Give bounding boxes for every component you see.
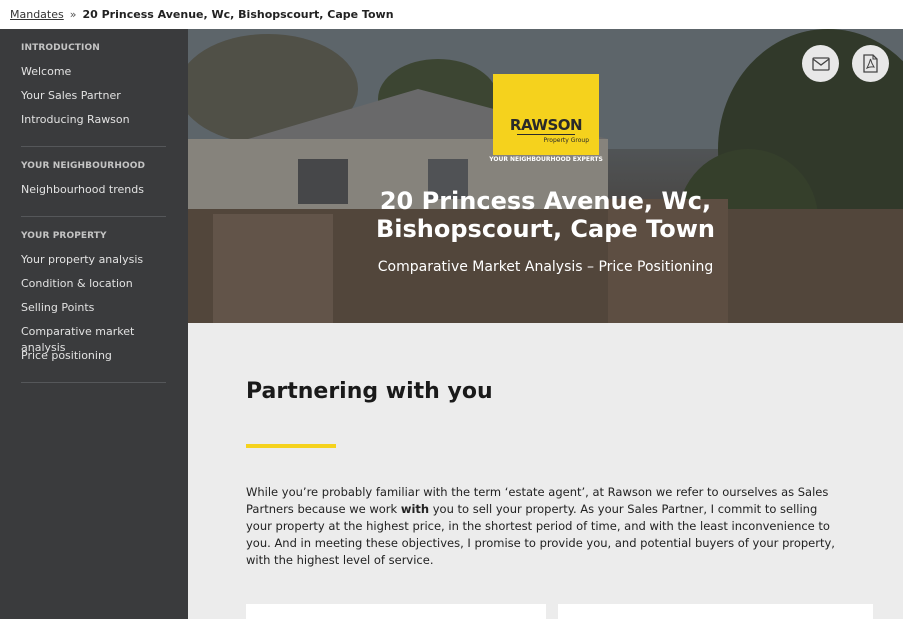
sidebar-section-title: YOUR NEIGHBOURHOOD bbox=[21, 161, 146, 171]
breadcrumb: Mandates » 20 Princess Avenue, Wc, Bisho… bbox=[0, 0, 903, 29]
content-card bbox=[558, 604, 873, 619]
logo-tagline: YOUR NEIGHBOURHOOD EXPERTS bbox=[489, 156, 603, 163]
sidebar-item-price-positioning[interactable]: Price positioning bbox=[21, 348, 166, 372]
sidebar-item-condition-location[interactable]: Condition & location bbox=[21, 276, 166, 300]
paragraph-bold-word: with bbox=[400, 502, 430, 516]
sidebar-item-your-property-analysis[interactable]: Your property analysis bbox=[21, 252, 166, 276]
pdf-download-button[interactable] bbox=[852, 45, 889, 82]
sidebar: INTRODUCTION Welcome Your Sales Partner … bbox=[0, 29, 188, 619]
report-subtitle: Comparative Market Analysis – Price Posi… bbox=[377, 259, 714, 275]
sidebar-item-neighbourhood-trends[interactable]: Neighbourhood trends bbox=[21, 182, 166, 206]
logo-underline bbox=[517, 134, 575, 135]
section-heading: Partnering with you bbox=[246, 379, 493, 404]
pdf-icon bbox=[863, 54, 878, 73]
email-button[interactable] bbox=[802, 45, 839, 82]
sidebar-section-neighbourhood: YOUR NEIGHBOURHOOD Neighbourhood trends bbox=[21, 147, 166, 217]
sidebar-section-title: INTRODUCTION bbox=[21, 43, 100, 53]
main-content: Partnering with you While you’re probabl… bbox=[246, 379, 866, 569]
sidebar-item-selling-points[interactable]: Selling Points bbox=[21, 300, 166, 324]
envelope-icon bbox=[811, 56, 830, 71]
sidebar-section-introduction: INTRODUCTION Welcome Your Sales Partner … bbox=[21, 29, 166, 147]
sidebar-section-property: YOUR PROPERTY Your property analysis Con… bbox=[21, 217, 166, 383]
hero-banner: RAWSON Property Group YOUR NEIGHBOURHOOD… bbox=[188, 29, 903, 323]
sidebar-section-title: YOUR PROPERTY bbox=[21, 231, 107, 241]
sidebar-item-introducing-rawson[interactable]: Introducing Rawson bbox=[21, 112, 166, 136]
breadcrumb-link-mandates[interactable]: Mandates bbox=[10, 8, 64, 21]
sidebar-item-comparative-market-analysis[interactable]: Comparative market analysis bbox=[21, 324, 166, 354]
logo-wordmark: RAWSON bbox=[509, 116, 583, 134]
heading-accent-rule bbox=[246, 444, 336, 448]
sidebar-item-your-sales-partner[interactable]: Your Sales Partner bbox=[21, 88, 166, 112]
intro-paragraph: While you’re probably familiar with the … bbox=[246, 484, 846, 569]
breadcrumb-separator: » bbox=[69, 8, 77, 21]
content-card bbox=[246, 604, 546, 619]
logo-subtext: Property Group bbox=[543, 137, 589, 144]
property-title: 20 Princess Avenue, Wc, Bishopscourt, Ca… bbox=[376, 187, 715, 243]
breadcrumb-current: 20 Princess Avenue, Wc, Bishopscourt, Ca… bbox=[82, 8, 394, 21]
rawson-logo: RAWSON Property Group bbox=[493, 74, 599, 155]
sidebar-item-welcome[interactable]: Welcome bbox=[21, 64, 166, 88]
